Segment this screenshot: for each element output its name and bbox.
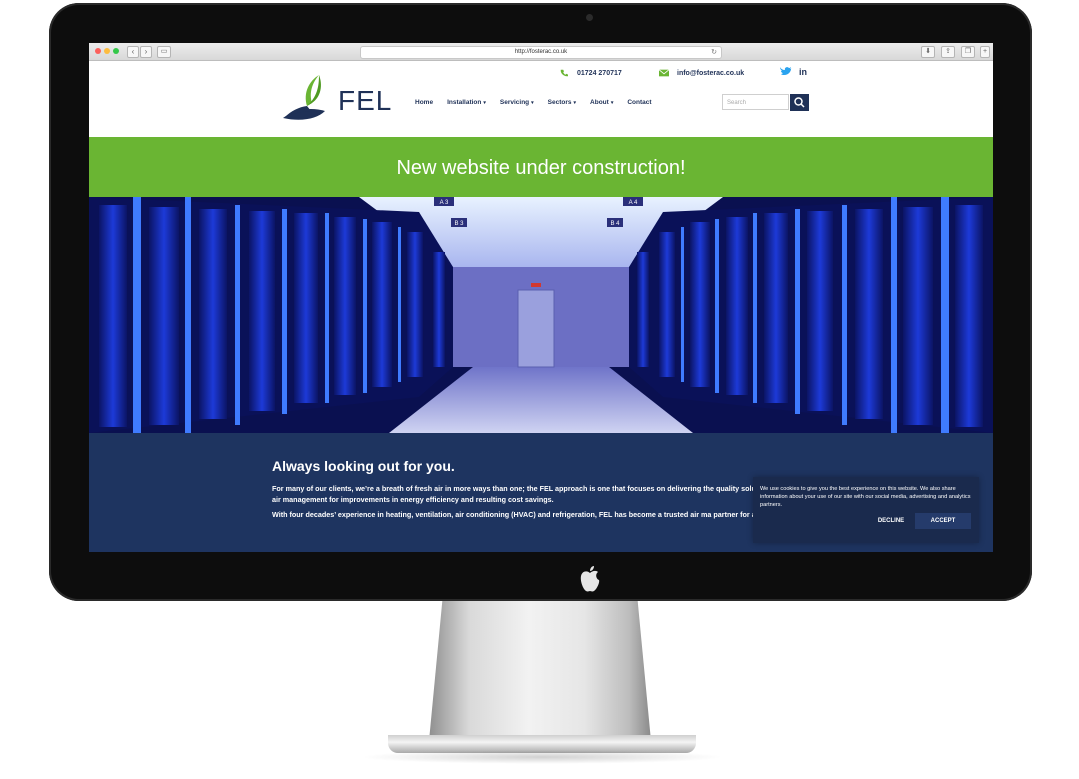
intro-title: Always looking out for you. <box>272 458 455 474</box>
nav-item-servicing[interactable]: Servicing ▾ <box>500 99 534 106</box>
logo-wordmark[interactable]: FEL <box>338 85 392 117</box>
search-button[interactable] <box>790 94 809 111</box>
site-header: FEL 01724 270717 info@fosterac.co.uk in … <box>89 61 993 137</box>
search-input[interactable]: Search <box>722 94 789 110</box>
twitter-icon[interactable] <box>780 67 792 77</box>
address-bar[interactable]: http://fosterac.co.uk ↻ <box>360 46 722 59</box>
mail-icon <box>659 69 669 77</box>
share-icon[interactable]: ⇪ <box>941 46 955 58</box>
search-icon <box>794 97 805 108</box>
construction-banner: New website under construction! <box>89 137 993 197</box>
contact-email[interactable]: info@fosterac.co.uk <box>659 69 744 77</box>
aisle-label: B 4 <box>610 221 620 227</box>
close-window-button[interactable] <box>95 48 101 54</box>
intro-paragraph-1: For many of our clients, we’re a breath … <box>272 484 782 504</box>
camera <box>586 14 593 21</box>
nav-item-contact[interactable]: Contact <box>627 99 651 106</box>
decline-button[interactable]: DECLINE <box>871 515 911 527</box>
monitor-stand <box>429 601 651 741</box>
stand-shadow <box>360 750 724 764</box>
nav-item-sectors[interactable]: Sectors ▾ <box>548 99 576 106</box>
nav-item-home[interactable]: Home <box>415 99 433 106</box>
linkedin-icon[interactable]: in <box>799 67 807 77</box>
reload-icon[interactable]: ↻ <box>711 47 717 58</box>
nav-item-installation[interactable]: Installation ▾ <box>447 99 486 106</box>
minimize-window-button[interactable] <box>104 48 110 54</box>
contact-phone[interactable]: 01724 270717 <box>559 69 622 77</box>
email-address: info@fosterac.co.uk <box>677 69 745 77</box>
nav-item-about[interactable]: About ▾ <box>590 99 613 106</box>
cookie-message: We use cookies to give you the best expe… <box>760 486 971 508</box>
back-button[interactable]: ‹ <box>127 46 139 58</box>
tabs-icon[interactable]: ❐ <box>961 46 975 58</box>
chevron-down-icon: ▾ <box>483 100 486 106</box>
chevron-down-icon: ▾ <box>573 100 577 106</box>
new-tab-button[interactable]: + <box>980 46 990 58</box>
download-icon[interactable]: ⬇ <box>921 46 935 58</box>
apple-logo-icon <box>580 566 600 592</box>
phone-icon <box>560 69 568 77</box>
intro-paragraph-2: With four decades’ experience in heating… <box>272 510 792 519</box>
main-nav: Home Installation ▾ Servicing ▾ Sectors ▾ A… <box>415 99 652 106</box>
screen: ‹ › ▭ http://fosterac.co.uk ↻ ⬇ ⇪ ❐ + FE… <box>89 43 993 552</box>
aisle-label: B 3 <box>454 221 464 227</box>
url-text: http://fosterac.co.uk <box>514 49 568 55</box>
phone-number: 01724 270717 <box>577 69 622 77</box>
chevron-down-icon: ▾ <box>610 100 614 106</box>
forward-button[interactable]: › <box>140 46 152 58</box>
data-centre-aisle-image: A 3 A 4 B 3 B 4 <box>89 197 993 433</box>
cookie-banner: We use cookies to give you the best expe… <box>753 477 979 543</box>
maximize-window-button[interactable] <box>113 48 119 54</box>
sidebar-toggle-icon[interactable]: ▭ <box>157 46 171 58</box>
chevron-down-icon: ▾ <box>531 100 534 106</box>
browser-toolbar: ‹ › ▭ http://fosterac.co.uk ↻ ⬇ ⇪ ❐ + <box>89 43 993 61</box>
aisle-label: A 3 <box>440 200 449 206</box>
hero-image: A 3 A 4 B 3 B 4 <box>89 197 993 433</box>
aisle-label: A 4 <box>629 200 638 206</box>
accept-button[interactable]: ACCEPT <box>915 513 971 529</box>
